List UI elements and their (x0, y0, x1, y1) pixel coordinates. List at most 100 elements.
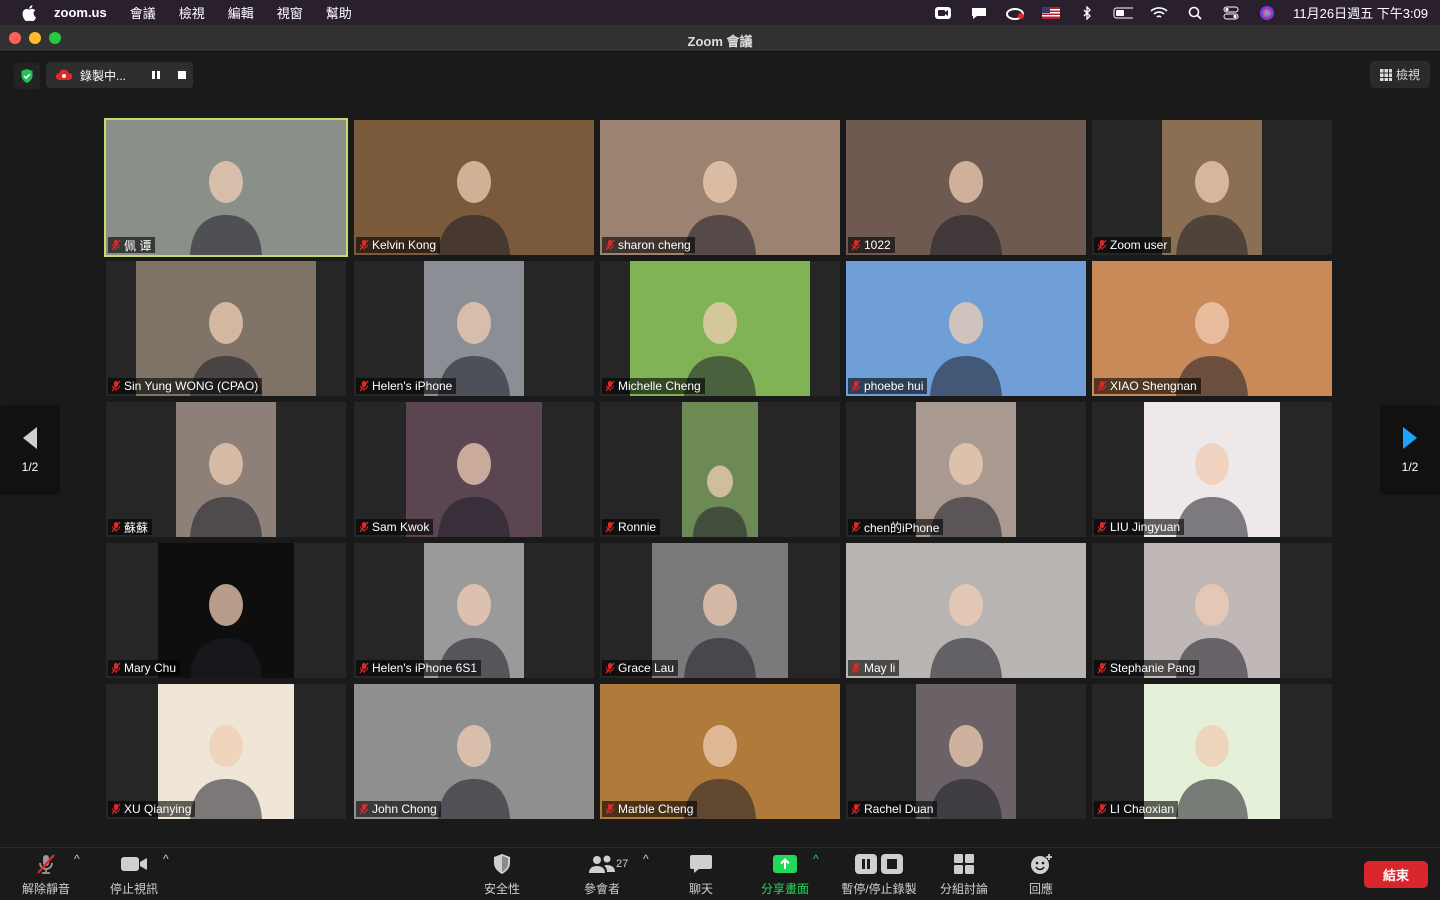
pause-recording-button[interactable] (148, 67, 164, 83)
window-title: Zoom 會議 (687, 34, 753, 49)
apple-icon[interactable] (20, 4, 38, 22)
chat-status-icon[interactable] (969, 5, 989, 21)
participant-tile[interactable]: XU Qianying (106, 684, 346, 819)
siri-icon[interactable] (1257, 5, 1277, 21)
participant-tile[interactable]: chen的iPhone (846, 402, 1086, 537)
menu-edit[interactable]: 編輯 (228, 3, 254, 22)
participant-video (106, 120, 346, 255)
previous-page-button[interactable]: 1/2 (0, 405, 60, 495)
share-options-caret[interactable]: ^ (813, 852, 819, 866)
muted-microphone-icon (34, 852, 58, 876)
menu-app-name[interactable]: zoom.us (54, 5, 107, 20)
participant-tile[interactable]: XIAO Shengnan (1092, 261, 1332, 396)
participant-tile[interactable]: phoebe hui (846, 261, 1086, 396)
participant-tile[interactable]: sharon cheng (600, 120, 840, 255)
participant-tile[interactable]: John Chong (354, 684, 594, 819)
participant-tile[interactable]: Helen's iPhone 6S1 (354, 543, 594, 678)
participant-tile[interactable]: Grace Lau (600, 543, 840, 678)
zoom-status-icon[interactable] (933, 5, 953, 21)
muted-mic-icon (605, 239, 615, 251)
participant-name-tag: Michelle Cheng (602, 378, 705, 394)
menubar-clock[interactable]: 11月26日週五 下午3:09 (1293, 3, 1428, 22)
chat-button[interactable]: 聊天 (687, 852, 715, 897)
participant-tile[interactable]: Marble Cheng (600, 684, 840, 819)
participant-video (354, 684, 594, 819)
meeting-gallery: 錄製中... 檢視 1/2 1/2 佩 谭 Kelvin Kong sharon c… (0, 53, 1440, 847)
participant-name: chen的iPhone (864, 520, 940, 535)
muted-mic-icon (359, 380, 369, 392)
participant-tile[interactable]: May li (846, 543, 1086, 678)
muted-mic-icon (851, 521, 861, 533)
participant-tile[interactable]: LIU Jingyuan (1092, 402, 1332, 537)
participant-video (406, 402, 542, 537)
muted-mic-icon (851, 803, 861, 815)
video-camera-icon (120, 852, 148, 876)
muted-mic-icon (851, 662, 861, 674)
participant-tile[interactable]: Zoom user (1092, 120, 1332, 255)
participant-tile[interactable]: Michelle Cheng (600, 261, 840, 396)
menu-window[interactable]: 視窗 (277, 3, 303, 22)
menubar-status-area: 11月26日週五 下午3:09 (917, 0, 1428, 25)
muted-mic-icon (1097, 380, 1107, 392)
participant-tile[interactable]: Sam Kwok (354, 402, 594, 537)
encryption-shield-icon[interactable] (14, 63, 40, 89)
participant-name-tag: Sam Kwok (356, 519, 434, 535)
spotlight-search-icon[interactable] (1185, 5, 1205, 21)
meeting-toolbar: 解除靜音 ^ 停止視訊 ^ 安全性 參會者 27 ^ 聊天 分享畫面 ^ 暫停/… (0, 847, 1440, 900)
participant-video (136, 261, 316, 396)
reactions-smiley-icon (1029, 852, 1053, 876)
participant-name-tag: Helen's iPhone 6S1 (356, 660, 482, 676)
menu-meeting[interactable]: 會議 (130, 3, 156, 22)
pause-stop-recording-label: 暫停/停止錄製 (841, 882, 917, 896)
video-options-caret[interactable]: ^ (163, 852, 169, 866)
participant-tile[interactable]: Ronnie (600, 402, 840, 537)
participant-tile[interactable]: Stephanie Pang (1092, 543, 1332, 678)
share-screen-label: 分享畫面 (760, 882, 809, 896)
cloud-recording-icon (54, 68, 74, 82)
stop-recording-button[interactable] (174, 67, 190, 83)
participant-video (176, 402, 276, 537)
participant-video (846, 261, 1086, 396)
participant-name-tag: Grace Lau (602, 660, 679, 676)
participants-label: 參會者 (583, 882, 620, 896)
breakout-rooms-button[interactable]: 分組討論 (939, 852, 989, 897)
reactions-button[interactable]: 回應 (1027, 852, 1055, 897)
view-button[interactable]: 檢視 (1370, 61, 1430, 88)
creative-cloud-icon[interactable] (1005, 5, 1025, 21)
participant-video (916, 684, 1016, 819)
participant-name: sharon cheng (618, 238, 691, 252)
share-screen-button[interactable]: 分享畫面 (759, 852, 811, 897)
participant-tile[interactable]: Helen's iPhone (354, 261, 594, 396)
muted-mic-icon (111, 803, 121, 815)
wifi-icon[interactable] (1149, 5, 1169, 21)
participant-tile[interactable]: 1022 (846, 120, 1086, 255)
participant-tile[interactable]: LI Chaoxian (1092, 684, 1332, 819)
menu-help[interactable]: 幫助 (326, 3, 352, 22)
menu-view[interactable]: 檢視 (179, 3, 205, 22)
participant-tile[interactable]: Rachel Duan (846, 684, 1086, 819)
stop-video-button[interactable]: 停止視訊 (108, 852, 160, 897)
battery-icon[interactable] (1113, 5, 1134, 21)
arrow-left-icon (23, 427, 37, 449)
participants-options-caret[interactable]: ^ (643, 852, 649, 866)
next-page-button[interactable]: 1/2 (1380, 405, 1440, 495)
bluetooth-icon[interactable] (1077, 5, 1097, 21)
us-flag-icon[interactable] (1041, 5, 1061, 21)
control-center-icon[interactable] (1221, 5, 1241, 21)
end-meeting-button[interactable]: 結束 (1364, 861, 1428, 888)
participant-tile[interactable]: Mary Chu (106, 543, 346, 678)
pause-stop-recording-button[interactable]: 暫停/停止錄製 (838, 852, 920, 897)
unmute-button[interactable]: 解除靜音 (20, 852, 72, 897)
participant-name: XU Qianying (124, 802, 192, 816)
participant-video (1144, 543, 1280, 678)
audio-options-caret[interactable]: ^ (74, 852, 80, 866)
security-button[interactable]: 安全性 (480, 852, 524, 897)
participant-tile[interactable]: Sin Yung WONG (CPAO) (106, 261, 346, 396)
muted-mic-icon (605, 521, 615, 533)
participant-name-tag: May li (848, 660, 900, 676)
participant-video (354, 120, 594, 255)
participant-tile[interactable]: 蘇蘇 (106, 402, 346, 537)
participant-tile[interactable]: Kelvin Kong (354, 120, 594, 255)
participant-tile[interactable]: 佩 谭 (104, 118, 348, 257)
chat-bubble-icon (689, 852, 713, 876)
